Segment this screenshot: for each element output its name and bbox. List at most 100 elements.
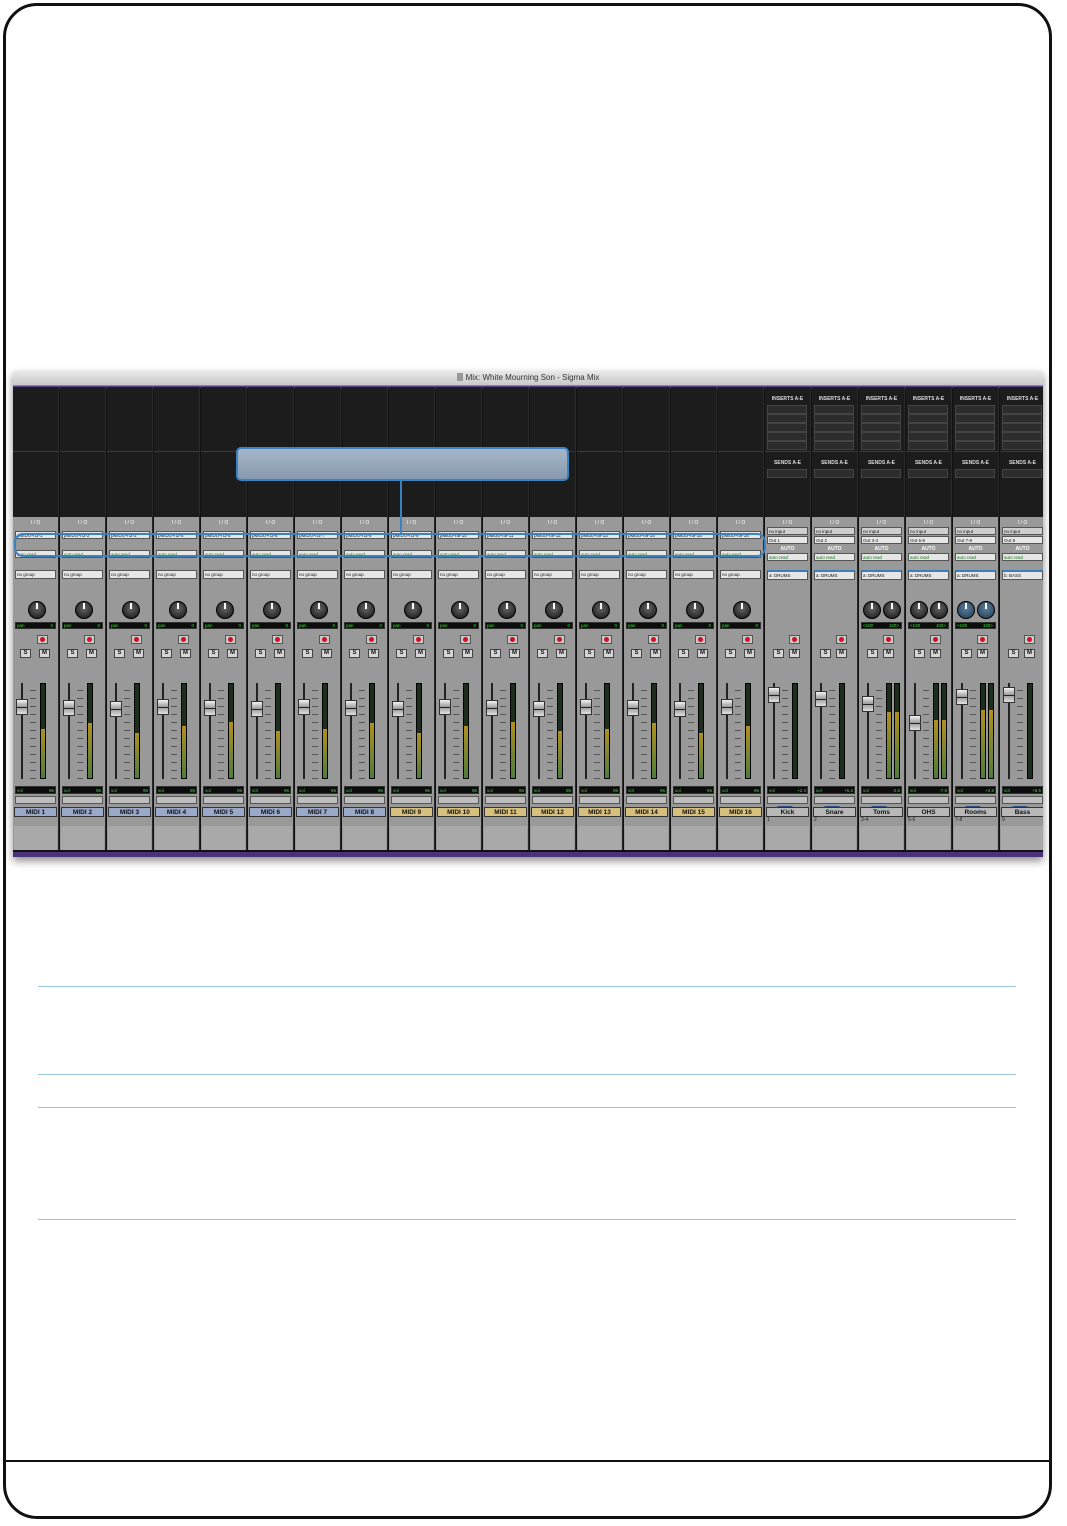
insert-slot[interactable] (767, 414, 807, 423)
record-enable-button[interactable] (319, 635, 330, 644)
track-controls-row[interactable] (297, 796, 338, 804)
group-selector[interactable]: a: DRUMS (814, 570, 855, 580)
comments-field[interactable] (1001, 826, 1043, 850)
solo-button[interactable]: S (67, 649, 78, 658)
insert-slot[interactable] (814, 405, 854, 414)
comments-field[interactable] (813, 826, 856, 850)
automation-mode-selector[interactable]: auto read (861, 553, 902, 561)
mute-button[interactable]: M (556, 649, 567, 658)
comments-field[interactable] (907, 826, 950, 850)
group-selector[interactable]: no group (297, 570, 338, 579)
input-selector[interactable]: no input (767, 527, 808, 535)
group-selector[interactable]: no group (344, 570, 385, 579)
insert-slot[interactable] (814, 432, 854, 441)
pan-knob[interactable] (498, 601, 516, 619)
record-enable-button[interactable] (554, 635, 565, 644)
group-selector[interactable]: b: BASS (1002, 570, 1043, 580)
pan-knob[interactable] (686, 601, 704, 619)
track-controls-row[interactable] (344, 796, 385, 804)
pan-knob[interactable] (216, 601, 234, 619)
volume-fader[interactable] (345, 700, 357, 716)
record-enable-button[interactable] (1024, 635, 1035, 644)
track-name[interactable]: MIDI 14 (625, 807, 668, 817)
solo-button[interactable]: S (208, 649, 219, 658)
record-enable-button[interactable] (178, 635, 189, 644)
pan-knob-right[interactable] (930, 601, 948, 619)
track-controls-row[interactable] (673, 796, 714, 804)
solo-button[interactable]: S (161, 649, 172, 658)
record-enable-button[interactable] (131, 635, 142, 644)
pan-knob[interactable] (733, 601, 751, 619)
comments-field[interactable] (108, 826, 151, 850)
volume-fader[interactable] (956, 689, 968, 705)
pan-knob[interactable] (310, 601, 328, 619)
track-name[interactable]: MIDI 16 (719, 807, 762, 817)
insert-slot[interactable] (767, 432, 807, 441)
comments-field[interactable] (390, 826, 433, 850)
insert-slot[interactable] (1002, 441, 1042, 450)
comments-field[interactable] (61, 826, 104, 850)
volume-fader[interactable] (486, 700, 498, 716)
solo-button[interactable]: S (443, 649, 454, 658)
insert-slot[interactable] (1002, 423, 1042, 432)
automation-mode-selector[interactable]: auto read (1002, 553, 1043, 561)
track-name[interactable]: Rooms (954, 807, 997, 817)
pan-knob[interactable] (592, 601, 610, 619)
record-enable-button[interactable] (366, 635, 377, 644)
volume-fader[interactable] (580, 699, 592, 715)
track-name[interactable]: MIDI 1 (14, 807, 57, 817)
mix-window-titlebar[interactable]: Mix: White Mourning Son - Sigma Mix (13, 371, 1043, 386)
solo-button[interactable]: S (773, 649, 784, 658)
mute-button[interactable]: M (603, 649, 614, 658)
insert-slot[interactable] (767, 423, 807, 432)
record-enable-button[interactable] (836, 635, 847, 644)
comments-field[interactable] (954, 826, 997, 850)
comments-field[interactable] (202, 826, 245, 850)
group-selector[interactable]: no group (62, 570, 103, 579)
pan-knob-left[interactable] (863, 601, 881, 619)
volume-fader[interactable] (157, 699, 169, 715)
mute-button[interactable]: M (930, 649, 941, 658)
track-name[interactable]: MIDI 2 (61, 807, 104, 817)
solo-button[interactable]: S (820, 649, 831, 658)
track-name[interactable]: Toms (860, 807, 903, 817)
send-slot[interactable] (955, 469, 995, 478)
pan-knob[interactable] (357, 601, 375, 619)
mute-button[interactable]: M (133, 649, 144, 658)
solo-button[interactable]: S (490, 649, 501, 658)
automation-mode-selector[interactable]: auto read (814, 553, 855, 561)
group-selector[interactable]: no group (250, 570, 291, 579)
record-enable-button[interactable] (272, 635, 283, 644)
group-selector[interactable]: no group (391, 570, 432, 579)
pan-knob-left[interactable] (910, 601, 928, 619)
comments-field[interactable] (155, 826, 198, 850)
mute-button[interactable]: M (836, 649, 847, 658)
solo-button[interactable]: S (114, 649, 125, 658)
track-controls-row[interactable]: dyn (1002, 796, 1043, 811)
output-selector[interactable]: Out 9 (1002, 536, 1043, 544)
track-controls-row[interactable] (438, 796, 479, 804)
solo-button[interactable]: S (255, 649, 266, 658)
mute-button[interactable]: M (697, 649, 708, 658)
output-selector[interactable]: Out 1 (767, 536, 808, 544)
mute-button[interactable]: M (180, 649, 191, 658)
mute-button[interactable]: M (789, 649, 800, 658)
track-controls-row[interactable] (62, 796, 103, 804)
volume-fader[interactable] (439, 699, 451, 715)
comments-field[interactable] (14, 826, 57, 850)
solo-button[interactable]: S (1008, 649, 1019, 658)
solo-button[interactable]: S (678, 649, 689, 658)
insert-slot[interactable] (814, 414, 854, 423)
automation-mode-selector[interactable]: auto read (955, 553, 996, 561)
output-selector[interactable]: Out 3-4 (861, 536, 902, 544)
comments-field[interactable] (531, 826, 574, 850)
pan-knob[interactable] (545, 601, 563, 619)
input-selector[interactable]: no input (908, 527, 949, 535)
track-name[interactable]: Bass (1001, 807, 1043, 817)
track-controls-row[interactable]: dyn (955, 796, 996, 811)
insert-slot[interactable] (1002, 414, 1042, 423)
insert-slot[interactable] (767, 405, 807, 414)
input-selector[interactable]: no input (861, 527, 902, 535)
record-enable-button[interactable] (507, 635, 518, 644)
input-selector[interactable]: no input (1002, 527, 1043, 535)
